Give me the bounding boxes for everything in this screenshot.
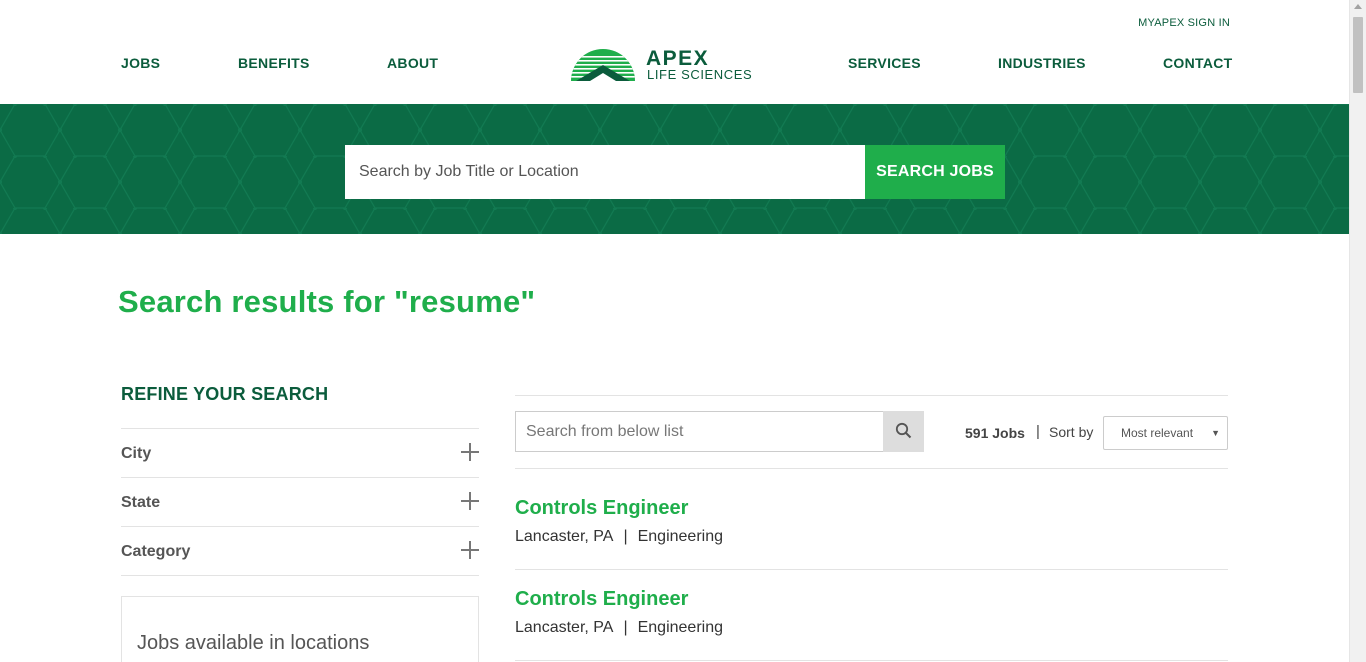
hero-search-banner: SEARCH JOBS: [0, 104, 1349, 234]
search-jobs-button[interactable]: SEARCH JOBS: [865, 145, 1005, 199]
separator: |: [623, 528, 628, 545]
locations-box: Jobs available in locations: [121, 596, 479, 662]
facet-state[interactable]: State: [121, 477, 479, 526]
facet-label: Category: [121, 543, 191, 560]
job-location: Lancaster, PA: [515, 528, 614, 545]
apex-logo[interactable]: APEX LIFE SCIENCES: [570, 44, 782, 84]
scrollbar-thumb[interactable]: [1353, 17, 1363, 93]
page-scrollbar[interactable]: [1349, 0, 1366, 662]
job-category: Engineering: [637, 619, 723, 636]
apex-logo-mark: APEX LIFE SCIENCES: [571, 47, 752, 82]
expand-plus-icon[interactable]: [461, 443, 479, 461]
nav-industries[interactable]: INDUSTRIES: [998, 55, 1086, 71]
divider: [515, 660, 1228, 661]
facet-city[interactable]: City: [121, 428, 479, 477]
myapex-signin-link[interactable]: MYAPEX SIGN IN: [1138, 17, 1230, 29]
facet-label: City: [121, 445, 152, 462]
separator: |: [623, 619, 628, 636]
facet-category[interactable]: Category: [121, 526, 479, 575]
svg-text:LIFE SCIENCES: LIFE SCIENCES: [647, 67, 752, 82]
refine-title: REFINE YOUR SEARCH: [121, 384, 329, 404]
results-count: 591 Jobs: [965, 425, 1025, 441]
list-filter-input[interactable]: [515, 411, 883, 452]
divider: [515, 395, 1228, 396]
sort-value: Most relevant: [1121, 426, 1194, 440]
job-title-link[interactable]: Controls Engineer: [515, 588, 688, 611]
job-meta: Lancaster, PA | Engineering: [515, 619, 723, 637]
job-title-link[interactable]: Controls Engineer: [515, 497, 688, 520]
sort-label: Sort by: [1049, 424, 1094, 440]
separator: |: [1036, 423, 1040, 440]
scroll-up-arrow-icon[interactable]: [1354, 4, 1362, 9]
job-category: Engineering: [637, 528, 723, 545]
search-icon: [895, 422, 912, 439]
job-location: Lancaster, PA: [515, 619, 614, 636]
nav-jobs[interactable]: JOBS: [121, 55, 160, 71]
divider: [121, 575, 479, 576]
site-header: MYAPEX SIGN IN JOBS BENEFITS ABOUT APEX …: [0, 0, 1349, 104]
nav-contact[interactable]: CONTACT: [1163, 55, 1233, 71]
facet-label: State: [121, 494, 161, 511]
nav-benefits[interactable]: BENEFITS: [238, 55, 310, 71]
list-filter-search-button[interactable]: [883, 411, 924, 452]
expand-plus-icon[interactable]: [461, 492, 479, 510]
locations-box-title: Jobs available in locations: [137, 632, 370, 654]
nav-services[interactable]: SERVICES: [848, 55, 921, 71]
nav-about[interactable]: ABOUT: [387, 55, 438, 71]
chevron-down-icon: ▼: [1211, 428, 1220, 438]
job-search-input[interactable]: [345, 145, 865, 199]
sort-select[interactable]: Most relevant ▼: [1103, 416, 1228, 450]
page-title: Search results for "resume": [118, 284, 536, 319]
job-meta: Lancaster, PA | Engineering: [515, 528, 723, 546]
divider: [515, 468, 1228, 469]
divider: [515, 569, 1228, 570]
expand-plus-icon[interactable]: [461, 541, 479, 559]
